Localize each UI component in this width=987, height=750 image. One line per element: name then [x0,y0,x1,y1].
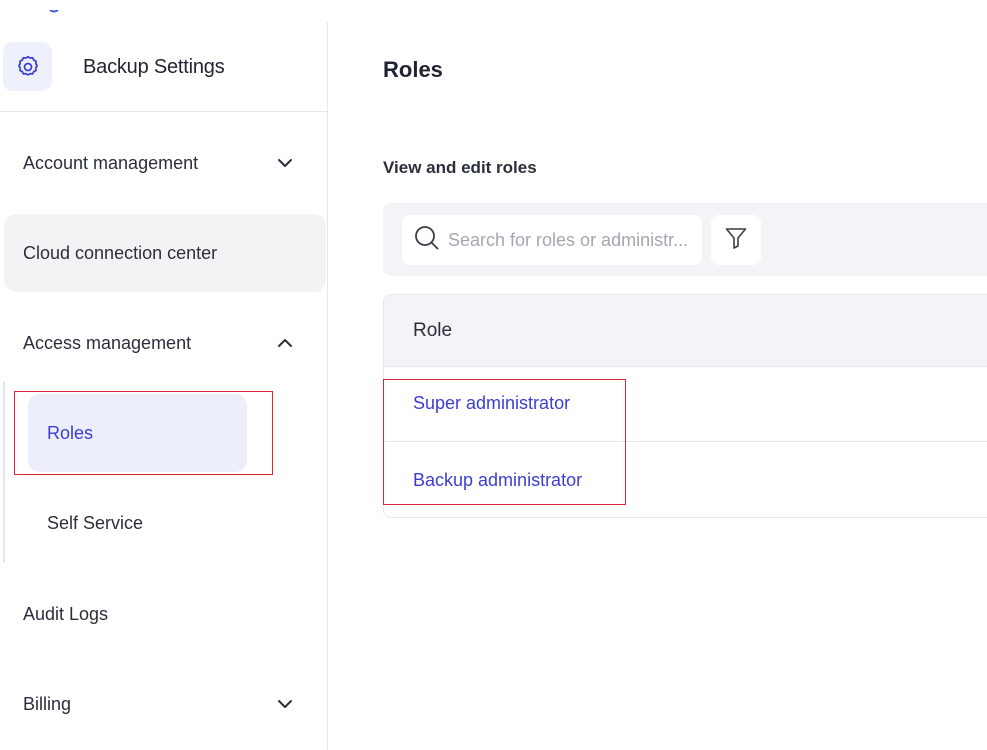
section-label: View and edit roles [383,158,537,177]
search-icon [414,225,440,256]
filter-icon [724,226,748,255]
search-box[interactable] [402,215,702,265]
chevron-up-icon [275,333,295,353]
filter-button[interactable] [711,215,761,265]
sidebar-header: Backup Settings [0,22,327,112]
table-row: Super administrator [384,367,987,442]
sidebar-subitem-self-service[interactable]: Self Service [28,493,247,553]
role-link-backup-administrator[interactable]: Backup administrator [413,470,582,491]
submenu-rail [3,381,5,563]
sidebar-item-billing[interactable]: Billing [0,674,327,734]
sidebar-item-account-management[interactable]: Account management [0,133,327,193]
roles-toolbar [383,203,987,276]
sidebar-item-label: Access management [23,332,192,353]
sidebar-item-label: Audit Logs [23,603,109,624]
roles-table: Role Super administrator Backup administ… [383,294,987,518]
page-title: Roles [383,57,443,82]
sidebar-subitem-roles[interactable]: Roles [28,394,247,472]
settings-sidebar: Backup Settings Account management Cloud… [0,22,328,750]
table-header-role: Role [384,295,987,367]
settings-gear-icon [3,42,52,91]
sidebar-item-cloud-connection-center[interactable]: Cloud connection center [4,214,326,292]
sidebar-item-access-management[interactable]: Access management [0,313,327,373]
role-link-super-administrator[interactable]: Super administrator [413,393,570,414]
table-row: Backup administrator [384,443,987,517]
sidebar-subitem-label: Roles [47,422,94,443]
sidebar-subitem-label: Self Service [47,512,144,533]
sidebar-item-label: Billing [23,693,72,714]
top-logo-fragment [46,0,68,13]
search-input[interactable] [448,229,698,251]
sidebar-title: Backup Settings [83,56,225,78]
sidebar-item-label: Account management [23,152,199,173]
chevron-down-icon [275,694,295,714]
sidebar-item-label: Cloud connection center [23,242,218,263]
sidebar-item-audit-logs[interactable]: Audit Logs [0,584,327,644]
chevron-down-icon [275,153,295,173]
